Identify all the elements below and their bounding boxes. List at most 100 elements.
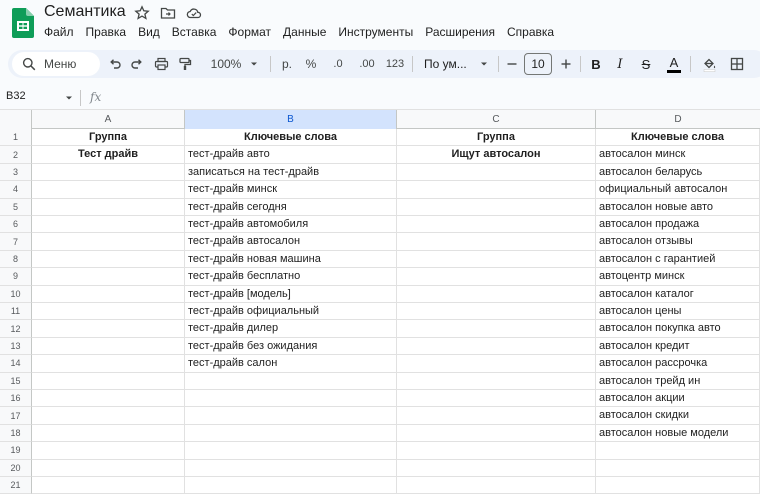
cell-d[interactable]: автосалон покупка авто (596, 320, 760, 338)
redo-button[interactable] (126, 50, 148, 78)
cell-a[interactable] (32, 198, 185, 216)
cell-b[interactable] (185, 442, 397, 460)
cell-d[interactable]: автосалон цены (596, 303, 760, 321)
row-header[interactable]: 4 (0, 181, 32, 199)
menu-format[interactable]: Формат (222, 24, 277, 42)
cell-c[interactable] (397, 320, 596, 338)
cell-b[interactable] (185, 424, 397, 443)
cell-d[interactable]: автосалон каталог (596, 285, 760, 303)
increase-decimal-button[interactable]: .00 (354, 50, 380, 78)
more-formats-button[interactable]: 123 (382, 50, 408, 78)
menu-search-button[interactable]: Меню (12, 52, 100, 76)
cell-b[interactable]: тест-драйв минск (185, 181, 397, 199)
cell-b[interactable]: тест-драйв новая машина (185, 250, 397, 269)
row-header[interactable]: 21 (0, 477, 32, 494)
menu-view[interactable]: Вид (132, 24, 166, 42)
column-header-a[interactable]: A (32, 110, 185, 129)
menu-extensions[interactable]: Расширения (419, 24, 501, 42)
row-header[interactable]: 20 (0, 459, 32, 477)
cell-c[interactable]: Группа (397, 129, 596, 147)
cell-b[interactable]: тест-драйв автомобиля (185, 216, 397, 234)
cell-c[interactable] (397, 268, 596, 286)
row-header[interactable]: 16 (0, 390, 32, 408)
cell-a[interactable] (32, 390, 185, 408)
cell-c[interactable] (397, 372, 596, 390)
cloud-saved-icon[interactable] (186, 5, 202, 21)
select-all-corner[interactable] (0, 110, 32, 129)
row-header[interactable]: 13 (0, 337, 32, 356)
chevron-down-icon[interactable] (64, 93, 74, 103)
cell-b[interactable]: тест-драйв дилер (185, 320, 397, 338)
cell-a[interactable] (32, 163, 185, 182)
menu-data[interactable]: Данные (277, 24, 332, 42)
cell-c[interactable]: Ищут автосалон (397, 146, 596, 164)
cell-d[interactable]: автосалон беларусь (596, 163, 760, 182)
row-header[interactable]: 1 (0, 129, 32, 147)
cell-d[interactable]: автоцентр минск (596, 268, 760, 286)
cell-b[interactable]: тест-драйв автосалон (185, 233, 397, 251)
cell-c[interactable] (397, 216, 596, 234)
menu-edit[interactable]: Правка (80, 24, 133, 42)
cell-c[interactable] (397, 163, 596, 182)
cell-c[interactable] (397, 442, 596, 460)
cell-d[interactable] (596, 459, 760, 477)
cell-c[interactable] (397, 477, 596, 494)
font-size-input[interactable]: 10 (524, 53, 552, 75)
row-header[interactable]: 12 (0, 320, 32, 338)
menu-tools[interactable]: Инструменты (332, 24, 419, 42)
cell-d[interactable]: автосалон новые авто (596, 198, 760, 216)
print-button[interactable] (150, 50, 172, 78)
cell-b[interactable]: тест-драйв [модель] (185, 285, 397, 303)
cell-d[interactable]: Ключевые слова (596, 129, 760, 147)
cell-a[interactable] (32, 407, 185, 425)
column-header-c[interactable]: C (397, 110, 596, 129)
cell-c[interactable] (397, 303, 596, 321)
cell-b[interactable] (185, 477, 397, 494)
cell-b[interactable]: тест-драйв салон (185, 355, 397, 373)
cell-a[interactable] (32, 268, 185, 286)
column-header-b[interactable]: B (185, 110, 397, 129)
cell-c[interactable] (397, 337, 596, 356)
row-header[interactable]: 6 (0, 216, 32, 234)
cell-d[interactable]: автосалон с гарантией (596, 250, 760, 269)
cell-d[interactable]: автосалон рассрочка (596, 355, 760, 373)
paint-format-button[interactable] (174, 50, 196, 78)
cell-d[interactable] (596, 477, 760, 494)
cell-a[interactable] (32, 477, 185, 494)
cell-d[interactable]: автосалон акции (596, 390, 760, 408)
row-header[interactable]: 8 (0, 250, 32, 269)
cell-b[interactable] (185, 407, 397, 425)
decrease-font-size-button[interactable] (502, 50, 522, 78)
strikethrough-button[interactable]: S (636, 50, 656, 78)
cell-c[interactable] (397, 407, 596, 425)
text-color-button[interactable]: A (664, 50, 684, 78)
row-header[interactable]: 3 (0, 163, 32, 182)
spreadsheet-grid[interactable]: A B C D 1 Группа Ключевые слова Группа Ключе… (0, 110, 760, 494)
document-title[interactable]: Семантика (44, 3, 126, 21)
row-header[interactable]: 10 (0, 285, 32, 303)
cell-a[interactable] (32, 181, 185, 199)
zoom-select[interactable]: 100% (206, 50, 264, 78)
cell-a[interactable] (32, 442, 185, 460)
cell-b[interactable]: записаться на тест-драйв (185, 163, 397, 182)
cell-a[interactable] (32, 459, 185, 477)
row-header[interactable]: 2 (0, 146, 32, 164)
borders-button[interactable] (726, 50, 748, 78)
cell-c[interactable] (397, 233, 596, 251)
row-header[interactable]: 15 (0, 372, 32, 390)
format-currency-button[interactable]: р. (276, 50, 298, 78)
row-header[interactable]: 7 (0, 233, 32, 251)
row-header[interactable]: 14 (0, 355, 32, 373)
cell-c[interactable] (397, 424, 596, 443)
cell-a[interactable] (32, 250, 185, 269)
cell-a[interactable]: Группа (32, 129, 185, 147)
row-header[interactable]: 19 (0, 442, 32, 460)
cell-a[interactable] (32, 355, 185, 373)
cell-c[interactable] (397, 459, 596, 477)
cell-a[interactable] (32, 216, 185, 234)
star-icon[interactable] (134, 5, 150, 21)
row-header[interactable]: 17 (0, 407, 32, 425)
cell-b[interactable]: тест-драйв авто (185, 146, 397, 164)
row-header[interactable]: 11 (0, 303, 32, 321)
cell-a[interactable] (32, 285, 185, 303)
